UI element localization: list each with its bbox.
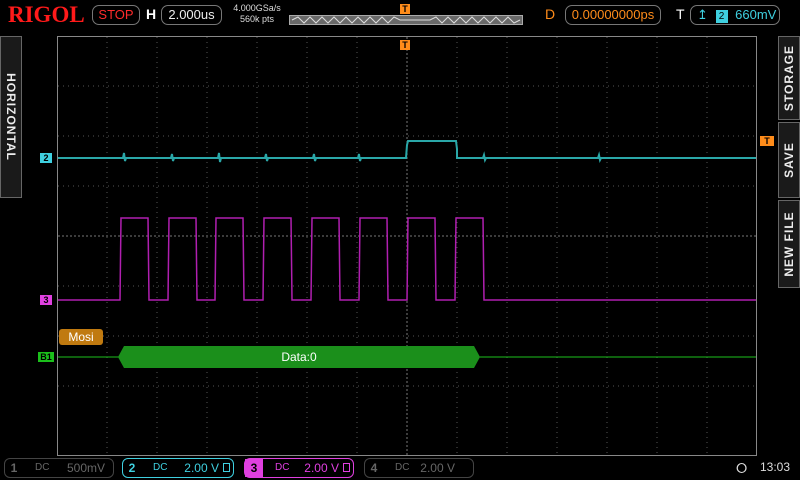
waveform-svg — [58, 37, 756, 455]
rising-edge-icon: ↥ — [697, 7, 708, 22]
new-file-tab[interactable]: NEW FILE — [778, 200, 800, 288]
horizontal-label: H — [146, 6, 157, 22]
channel-4-number: 4 — [370, 461, 378, 475]
trigger-source-badge: 2 — [715, 10, 728, 23]
channel-4-status[interactable]: 4 DC 2.00 V — [364, 458, 474, 478]
channel-2-number: 2 — [128, 461, 136, 475]
trigger-settings[interactable]: ↥ 2 660mV — [690, 5, 780, 25]
channel-4-scale: 2.00 V — [420, 461, 455, 475]
bus-offset-marker[interactable]: B1 — [38, 352, 54, 362]
acquisition-info: 4.000GSa/s 560k pts — [230, 3, 284, 25]
channel-1-status[interactable]: 1 DC 500mV — [4, 458, 114, 478]
channel-3-number: 3 — [245, 459, 263, 477]
ch2-offset-marker[interactable]: 2 — [40, 153, 52, 163]
channel-2-status[interactable]: 2 DC 2.00 V — [122, 458, 234, 478]
channel-1-scale: 500mV — [66, 461, 105, 475]
top-status-bar: RIGOL STOP H 2.000us 4.000GSa/s 560k pts… — [0, 0, 800, 30]
timebase-value[interactable]: 2.000us — [161, 5, 222, 25]
save-tab-label: SAVE — [782, 142, 796, 178]
channel-3-bandwidth-icon — [343, 463, 350, 472]
save-tab[interactable]: SAVE — [778, 122, 800, 198]
trigger-label: T — [676, 6, 685, 22]
usb-icon: ⭘ — [736, 460, 748, 476]
delay-value[interactable]: 0.00000000ps — [565, 5, 661, 25]
ch3-offset-marker[interactable]: 3 — [40, 295, 52, 305]
trigger-level-marker[interactable]: T — [760, 136, 774, 146]
storage-tab[interactable]: STORAGE — [778, 36, 800, 120]
decode-data-frame: Data:0 — [118, 346, 480, 368]
delay-label: D — [545, 6, 556, 22]
channel-status-bar: 1 DC 500mV 2 DC 2.00 V 3 DC 2.00 V 4 DC … — [0, 456, 800, 480]
channel-3-status[interactable]: 3 DC 2.00 V — [244, 458, 354, 478]
horizontal-tab-label: HORIZONTAL — [4, 73, 18, 161]
waveform-graticule[interactable] — [57, 36, 757, 456]
storage-tab-label: STORAGE — [782, 44, 796, 112]
channel-3-scale: 2.00 V — [304, 461, 339, 475]
memory-overview-bar[interactable] — [289, 15, 523, 25]
channel-4-coupling-icon: DC — [395, 462, 410, 473]
run-stop-button[interactable]: STOP — [92, 5, 140, 25]
memory-depth: 560k pts — [239, 14, 275, 24]
trigger-position-marker[interactable]: T — [400, 40, 410, 50]
trigger-position-marker-top: T — [400, 4, 410, 14]
system-clock: 13:03 — [760, 460, 791, 474]
sample-rate: 4.000GSa/s — [233, 3, 281, 13]
horizontal-menu-tab[interactable]: HORIZONTAL — [0, 36, 22, 198]
channel-2-bandwidth-icon — [223, 463, 230, 472]
channel-3-coupling-icon: DC — [275, 462, 290, 473]
channel-1-coupling-icon: DC — [35, 462, 50, 473]
memory-waveform-icon — [290, 16, 522, 24]
trigger-level-value: 660mV — [735, 7, 777, 22]
brand-logo: RIGOL — [8, 2, 85, 27]
channel-1-number: 1 — [10, 461, 18, 475]
new-file-tab-label: NEW FILE — [782, 211, 796, 277]
channel-2-coupling-icon: DC — [153, 462, 168, 473]
channel-2-scale: 2.00 V — [184, 461, 219, 475]
decode-label-mosi: Mosi — [59, 329, 103, 345]
